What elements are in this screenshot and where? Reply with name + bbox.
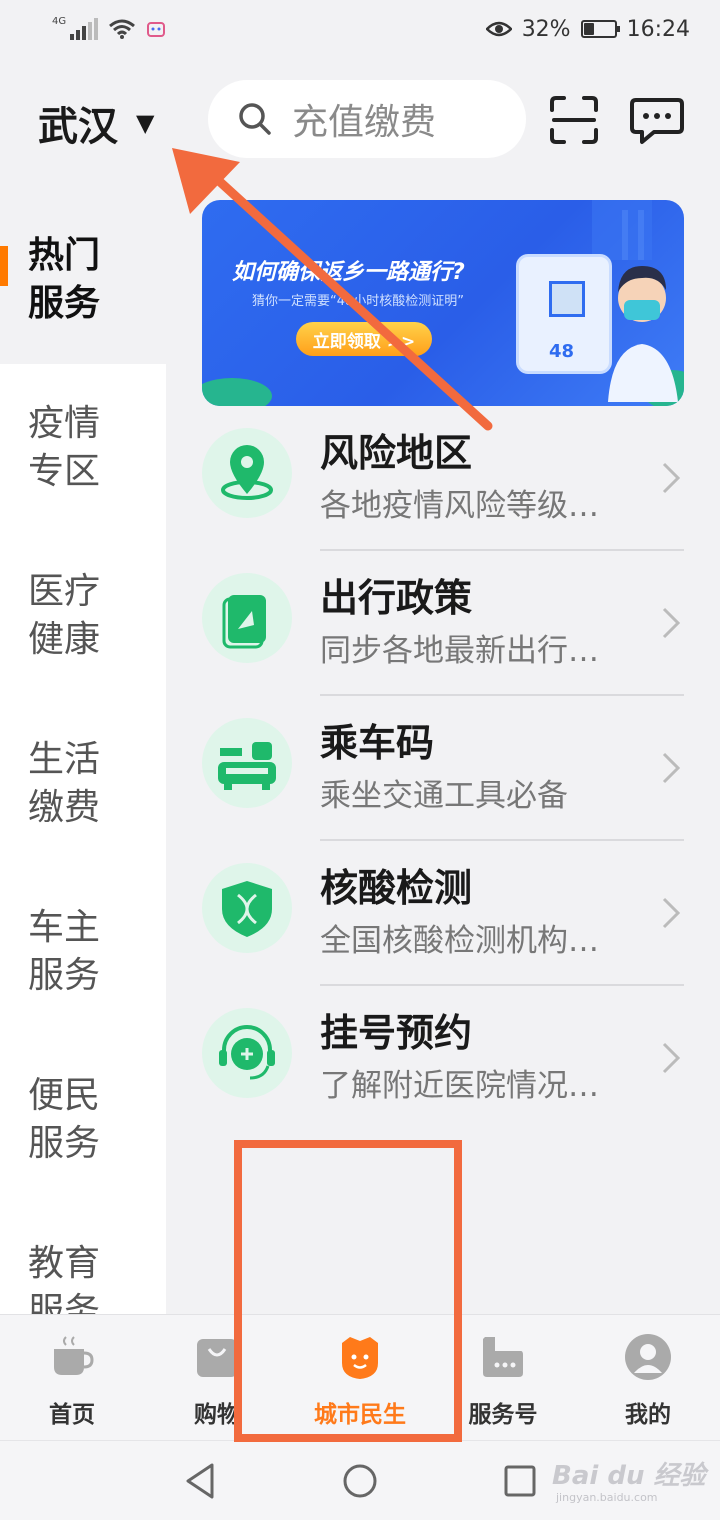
status-bar: 4G 32% 16:24: [0, 0, 720, 58]
service-title: 挂号预约: [320, 1011, 473, 1055]
sidebar-item-education[interactable]: 教育服务: [0, 1204, 166, 1314]
service-title: 乘车码: [320, 721, 435, 765]
city-name: 武汉: [38, 104, 118, 150]
tab-label: 我的: [625, 1402, 671, 1428]
tab-home[interactable]: 首页: [7, 1333, 137, 1433]
robot-notification-icon: [147, 22, 166, 37]
sidebar-item-label: 便民服务: [28, 1075, 101, 1164]
city-selector[interactable]: 武汉 ▼: [38, 94, 154, 152]
banner-subtitle: 猜你一定需要“48小时核酸检测证明”: [252, 294, 465, 309]
profile-icon: [625, 1334, 671, 1380]
network-type: 4G: [52, 15, 67, 27]
sidebar-item-label: 疫情专区: [28, 403, 101, 492]
status-left: 4G: [52, 15, 166, 40]
category-sidebar: 热门服务 疫情专区 医疗健康 生活缴费 车主服务 便民服务 教育服务: [0, 196, 166, 1314]
clock: 16:24: [626, 16, 690, 42]
battery-icon: [580, 20, 620, 38]
caret-down-icon: ▼: [136, 109, 155, 137]
service-title: 风险地区: [320, 431, 473, 475]
watermark: Bai du 经验: [552, 1461, 706, 1491]
signal-icon: [70, 18, 99, 40]
sidebar-item-label: 生活缴费: [28, 739, 101, 828]
search-input[interactable]: 充值缴费: [208, 80, 526, 158]
sidebar-item-convenience[interactable]: 便民服务: [0, 1036, 166, 1204]
watermark-url: jingyan.baidu.com: [556, 1491, 658, 1504]
chevron-right-icon: [662, 607, 681, 639]
active-indicator: [0, 246, 8, 286]
header: 武汉 ▼ 充值缴费: [0, 80, 720, 164]
sidebar-item-label: 车主服务: [28, 907, 101, 996]
tab-profile[interactable]: 我的: [583, 1333, 713, 1433]
back-icon[interactable]: [182, 1461, 222, 1501]
service-icon-bg: [202, 1008, 292, 1098]
service-subtitle: 同步各地最新出行…: [320, 633, 599, 669]
sidebar-item-label: 热门服务: [28, 235, 101, 324]
headset-medical-icon: [219, 1025, 275, 1080]
sidebar-item-label: 教育服务: [28, 1243, 101, 1314]
qr-code-icon: [549, 281, 585, 317]
chevron-right-icon: [662, 897, 681, 929]
system-nav-bar: Bai du 经验 jingyan.baidu.com: [0, 1440, 720, 1520]
service-title: 出行政策: [320, 576, 473, 620]
service-icon-bg: [202, 718, 292, 808]
service-account-icon: [483, 1337, 523, 1377]
scan-icon[interactable]: [548, 94, 600, 146]
search-placeholder: 充值缴费: [292, 102, 437, 143]
message-icon[interactable]: [630, 94, 684, 146]
service-ride-code[interactable]: 乘车码 乘坐交通工具必备: [202, 696, 684, 841]
chevron-right-icon: [662, 462, 681, 494]
recents-icon[interactable]: [500, 1461, 540, 1501]
banner-claim-button[interactable]: 立即领取 >>: [296, 322, 432, 356]
service-subtitle: 乘坐交通工具必备: [320, 778, 568, 814]
eye-comfort-icon: [485, 21, 512, 37]
wifi-icon: [109, 19, 136, 39]
location-pin-icon: [221, 445, 273, 500]
banner-title: 如何确保返乡一路通行?: [232, 260, 465, 285]
bus-icon: [218, 742, 276, 790]
sidebar-item-medical[interactable]: 医疗健康: [0, 532, 166, 700]
sidebar-item-utilities[interactable]: 生活缴费: [0, 700, 166, 868]
search-icon: [239, 103, 271, 135]
service-subtitle: 全国核酸检测机构…: [320, 923, 599, 959]
sidebar-item-epidemic[interactable]: 疫情专区: [0, 364, 166, 532]
service-nucleic-test[interactable]: 核酸检测 全国核酸检测机构…: [202, 841, 684, 986]
coffee-cup-icon: [54, 1336, 94, 1375]
phone-illustration: 48: [516, 254, 612, 374]
chevron-right-icon: [662, 752, 681, 784]
banner-card-number: 48: [549, 341, 575, 362]
service-icon-bg: [202, 573, 292, 663]
service-title: 核酸检测: [320, 866, 473, 910]
travel-policy-icon: [222, 595, 266, 649]
chevron-right-icon: [662, 1042, 681, 1074]
annotation-highlight-box: [234, 1140, 462, 1442]
service-icon-bg: [202, 863, 292, 953]
dna-shield-icon: [222, 881, 272, 937]
service-subtitle: 了解附近医院情况…: [320, 1068, 599, 1104]
battery-percent: 32%: [521, 16, 571, 42]
service-subtitle: 各地疫情风险等级…: [320, 488, 599, 524]
status-right: 32% 16:24: [485, 16, 690, 42]
service-travel-policy[interactable]: 出行政策 同步各地最新出行…: [202, 551, 684, 696]
service-risk-area[interactable]: 风险地区 各地疫情风险等级…: [202, 406, 684, 551]
service-registration[interactable]: 挂号预约 了解附近医院情况…: [202, 986, 684, 1131]
sidebar-item-label: 医疗健康: [28, 571, 101, 660]
promo-banner[interactable]: 如何确保返乡一路通行? 猜你一定需要“48小时核酸检测证明” 立即领取 >> 4…: [202, 200, 684, 406]
tab-label: 首页: [49, 1402, 95, 1428]
sidebar-item-hot-services[interactable]: 热门服务: [0, 196, 166, 364]
home-icon[interactable]: [340, 1461, 380, 1501]
service-icon-bg: [202, 428, 292, 518]
sidebar-item-car-owner[interactable]: 车主服务: [0, 868, 166, 1036]
doctor-illustration: [608, 266, 678, 402]
